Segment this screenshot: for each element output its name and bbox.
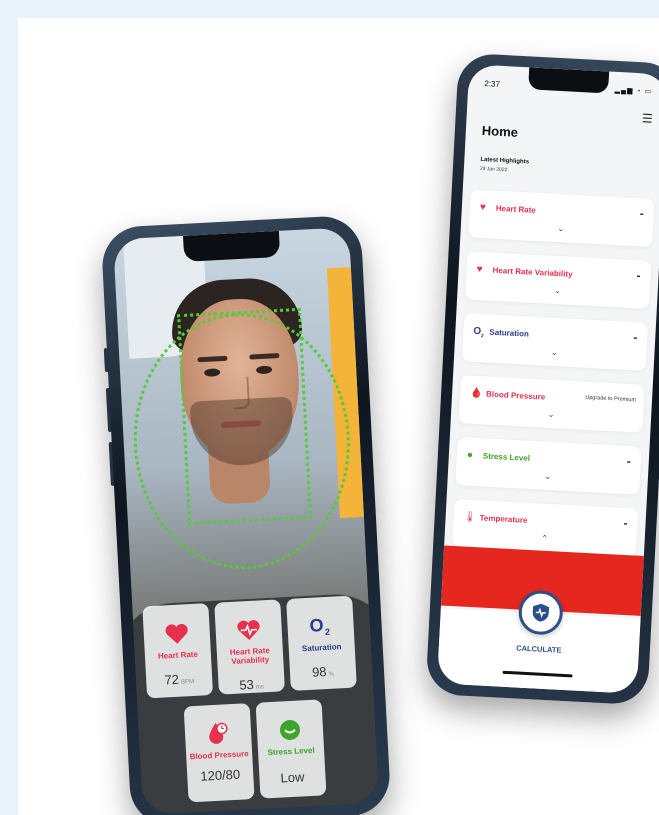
phone-home-view: 2:37 ▂▄▆ ◔ ▭ ☰ Home Latest Highlights 29… xyxy=(425,52,659,706)
heart-icon: ♥ xyxy=(479,201,487,214)
o2-icon: O2 xyxy=(473,325,484,340)
chevron-down-icon[interactable]: ⌄ xyxy=(544,472,551,481)
o2-icon: O2 xyxy=(287,606,354,639)
card-label: Heart Rate Variability xyxy=(492,265,573,279)
heart-icon xyxy=(143,613,210,646)
signal-wifi-battery-icon: ▂▄▆ ◔ ▭ xyxy=(614,86,653,96)
blood-pressure-icon xyxy=(184,713,251,746)
chevron-down-icon[interactable]: ⌄ xyxy=(554,286,561,295)
chevron-up-icon[interactable]: ⌃ xyxy=(541,534,548,543)
metric-value: 53 ms xyxy=(238,676,265,693)
svg-text:O: O xyxy=(309,615,324,636)
card-label: Stress Level xyxy=(482,451,531,463)
metric-card-blood-pressure[interactable]: Blood Pressure 120/80 xyxy=(183,703,255,803)
card-label: Blood Pressure xyxy=(485,389,546,402)
hamburger-menu-icon[interactable]: ☰ xyxy=(642,111,653,126)
metric-value: 98% xyxy=(311,664,335,680)
heart-wave-icon xyxy=(215,609,282,642)
metric-card-saturation[interactable]: O2 Saturation 98% xyxy=(286,595,357,691)
hero-canvas: Heart Rate 72 BPM Heart Rate Variability … xyxy=(18,18,659,815)
highlights-label: Latest Highlights xyxy=(480,156,530,166)
card-saturation[interactable]: O2 Saturation - ⌄ xyxy=(461,313,649,371)
card-label: Heart Rate xyxy=(495,203,537,215)
metric-card-hrv[interactable]: Heart Rate Variability 53 ms xyxy=(214,599,285,695)
home-screen: 2:37 ▂▄▆ ◔ ▭ ☰ Home Latest Highlights 29… xyxy=(436,64,659,694)
svg-text:2: 2 xyxy=(325,627,331,637)
card-value: - xyxy=(626,453,632,469)
card-value: - xyxy=(636,268,641,283)
phone-camera-view: Heart Rate 72 BPM Heart Rate Variability … xyxy=(100,214,392,815)
card-blood-pressure[interactable]: 🩸 Blood Pressure Upgrade to Premium ⌄ xyxy=(458,375,645,433)
metric-label: Heart Rate Variability xyxy=(229,645,271,666)
shield-pulse-icon xyxy=(532,603,550,622)
metric-card-heart-rate[interactable]: Heart Rate 72 BPM xyxy=(142,603,214,699)
camera-screen: Heart Rate 72 BPM Heart Rate Variability … xyxy=(113,227,379,815)
status-time: 2:37 xyxy=(484,79,501,89)
metric-label: Heart Rate xyxy=(157,649,199,661)
card-value: - xyxy=(623,515,628,531)
chevron-down-icon[interactable]: ⌄ xyxy=(548,410,555,419)
thermometer-icon: 🌡 xyxy=(463,511,477,524)
heart-wave-icon: ♥ xyxy=(476,263,483,276)
face-tracking-box xyxy=(177,307,312,526)
card-hrv[interactable]: ♥ Heart Rate Variability - ⌄ xyxy=(465,251,652,309)
stress-icon: ● xyxy=(466,449,474,461)
card-value: - xyxy=(639,206,645,221)
notch xyxy=(528,67,610,94)
card-heart-rate[interactable]: ♥ Heart Rate - ⌄ xyxy=(468,189,655,248)
metric-card-stress-level[interactable]: Stress Level Low xyxy=(255,699,327,799)
card-value: - xyxy=(632,330,638,345)
metric-value: 72 BPM xyxy=(164,671,195,688)
metric-value: 120/80 xyxy=(200,766,241,784)
metric-label: Stress Level xyxy=(267,745,315,758)
notch xyxy=(182,230,281,262)
chevron-down-icon[interactable]: ⌄ xyxy=(557,224,564,233)
highlights-date: 29 Jan 2022 xyxy=(479,165,508,174)
blood-pressure-icon: 🩸 xyxy=(469,387,483,400)
stress-icon xyxy=(256,709,323,742)
upgrade-premium-link[interactable]: Upgrade to Premium xyxy=(585,395,636,404)
card-label: Saturation xyxy=(489,327,530,339)
metric-value: Low xyxy=(280,769,305,786)
card-label: Temperature xyxy=(479,513,528,525)
page-title: Home xyxy=(481,122,519,140)
chevron-down-icon[interactable]: ⌄ xyxy=(551,348,558,357)
metric-label: Saturation xyxy=(301,642,342,654)
metric-label: Blood Pressure xyxy=(189,749,249,762)
card-stress-level[interactable]: ● Stress Level - ⌄ xyxy=(455,437,642,495)
